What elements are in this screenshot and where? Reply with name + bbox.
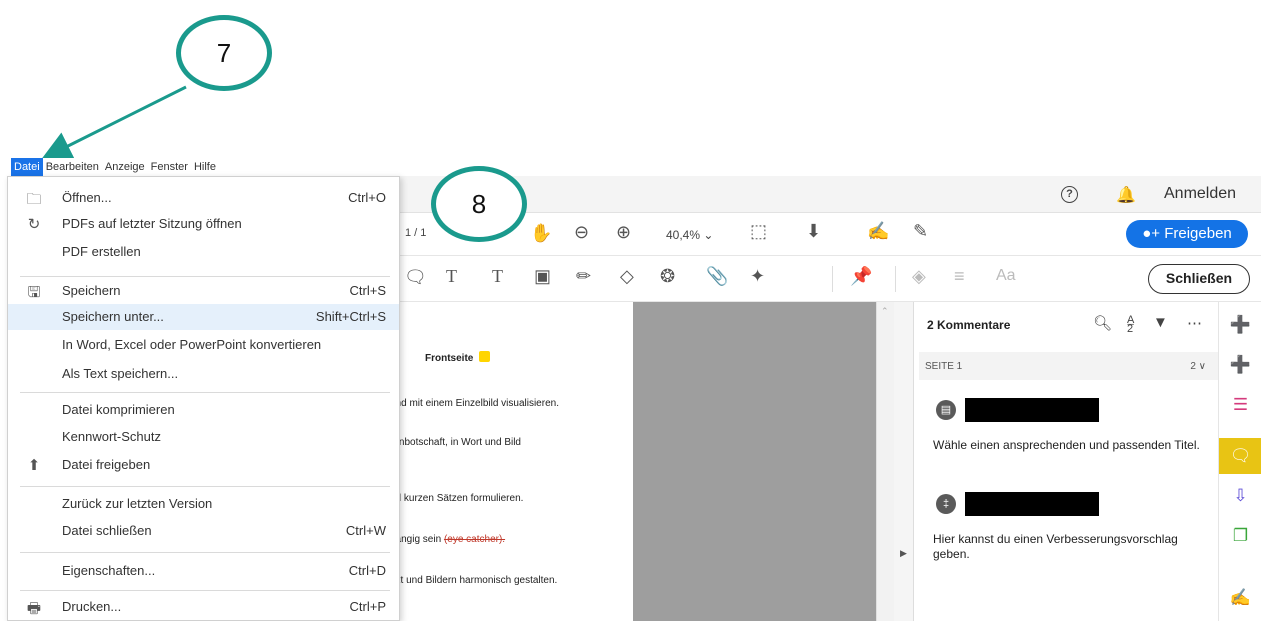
- menu-item-open-last-session[interactable]: ↻ PDFs auf letzter Sitzung öffnen: [8, 211, 399, 237]
- pencil-icon[interactable]: ✏: [576, 266, 591, 287]
- redacted-author: [965, 492, 1099, 516]
- sign-icon[interactable]: ✍: [867, 221, 889, 242]
- help-icon[interactable]: ?: [1061, 186, 1078, 203]
- menu-anzeige[interactable]: Anzeige: [102, 158, 148, 176]
- add-text-icon[interactable]: T: [492, 266, 503, 287]
- export-pdf-icon[interactable]: ⇩: [1219, 478, 1261, 514]
- text-comment-icon[interactable]: 🗨: [404, 267, 427, 288]
- fill-sign-tool-icon[interactable]: ✍: [1219, 580, 1261, 616]
- search-icon[interactable]: 🔍︎: [1093, 314, 1112, 332]
- arrow-7: [41, 85, 187, 160]
- line-width-icon[interactable]: ≡: [954, 266, 965, 287]
- page-fit-icon[interactable]: ⬚: [750, 221, 767, 242]
- font-icon[interactable]: Aa: [996, 267, 1016, 285]
- zoom-in-icon[interactable]: ⊕: [616, 222, 631, 243]
- document-scrollbar[interactable]: ⌃: [876, 302, 894, 621]
- callout-step-8: 8: [431, 166, 527, 242]
- more-icon[interactable]: ⋯: [1187, 314, 1202, 332]
- document-page: Frontseite und mit einem Einzelbild visu…: [385, 302, 633, 621]
- menu-bearbeiten[interactable]: Bearbeiten: [43, 158, 102, 176]
- edit-pdf-icon[interactable]: ➕: [1219, 347, 1261, 383]
- close-button[interactable]: Schließen: [1148, 264, 1250, 294]
- bell-icon[interactable]: 🔔: [1116, 185, 1136, 205]
- document-line: nd kurzen Sätzen formulieren.: [390, 493, 524, 504]
- comment-text[interactable]: Wähle einen ansprechenden und passenden …: [933, 438, 1203, 453]
- menu-item-convert-office[interactable]: In Word, Excel oder PowerPoint konvertie…: [8, 332, 399, 358]
- fill-sign-icon[interactable]: ✎: [913, 221, 928, 242]
- menu-fenster[interactable]: Fenster: [148, 158, 191, 176]
- redacted-author: [965, 398, 1099, 422]
- menu-item-open[interactable]: 🗀 Öffnen... Ctrl+O: [8, 185, 399, 211]
- menu-item-password[interactable]: Kennwort-Schutz: [8, 424, 399, 450]
- eraser-icon[interactable]: ◇: [620, 266, 634, 287]
- page-section-header[interactable]: SEITE 1 2 ∨: [919, 352, 1218, 380]
- right-tool-rail: ➕ ➕ ☰ 🗨︎ ⇩ ❐ ✍: [1218, 302, 1261, 621]
- page-number[interactable]: 1 / 1: [405, 227, 426, 239]
- comments-title: 2 Kommentare: [927, 318, 1011, 332]
- document-line: und mit einem Einzelbild visualisieren.: [390, 398, 559, 409]
- menu-item-save-as-text[interactable]: Als Text speichern...: [8, 361, 399, 387]
- menu-hilfe[interactable]: Hilfe: [191, 158, 219, 176]
- sticky-note-icon[interactable]: [479, 351, 491, 362]
- fill-color-icon[interactable]: ◈: [912, 266, 926, 287]
- menu-item-save-as[interactable]: Speichern unter... Shift+Ctrl+S: [8, 304, 399, 330]
- menu-item-share-file[interactable]: ⬆ Datei freigeben: [8, 452, 399, 478]
- main-toolbar: 1 / 1 ✋ ⊖ ⊕ 40,4% ⌄ ⬚ ⬇ ✍ ✎ ●+ Freigeben: [400, 213, 1261, 256]
- document-line: ext und Bildern harmonisch gestalten.: [390, 575, 558, 586]
- chevron-right-icon[interactable]: ▶: [900, 548, 907, 559]
- print-icon: 🖶: [26, 600, 42, 617]
- menu-item-compress[interactable]: Datei komprimieren: [8, 397, 399, 423]
- file-menu: 🗀 Öffnen... Ctrl+O ↻ PDFs auf letzter Si…: [7, 176, 400, 621]
- comments-panel: 2 Kommentare 🔍︎ A̲ 2 ▼ ⋯ SEITE 1 2 ∨ ▤ W…: [915, 302, 1218, 621]
- zoom-out-icon[interactable]: ⊖: [574, 222, 589, 243]
- organize-pages-icon[interactable]: ☰: [1219, 387, 1261, 423]
- menu-item-close-file[interactable]: Datei schließen Ctrl+W: [8, 518, 399, 544]
- menu-item-revert[interactable]: Zurück zur letzten Version: [8, 491, 399, 517]
- share-icon: ⬆: [27, 457, 41, 474]
- document-title: Frontseite: [425, 351, 491, 364]
- menu-item-create-pdf[interactable]: PDF erstellen: [8, 239, 399, 265]
- zoom-level-select[interactable]: 40,4% ⌄: [666, 228, 713, 242]
- menu-item-print[interactable]: 🖶 Drucken... Ctrl+P: [8, 594, 399, 620]
- sort-icon[interactable]: A̲ 2: [1127, 315, 1134, 335]
- chevron-up-icon[interactable]: ⌃: [881, 306, 889, 317]
- attach-icon[interactable]: 📎: [706, 266, 728, 287]
- filter-icon[interactable]: ▼: [1153, 314, 1168, 331]
- scroll-mode-icon[interactable]: ⬇: [806, 221, 821, 242]
- recent-session-icon: ↻: [27, 216, 41, 233]
- shapes-icon[interactable]: ✦: [750, 266, 765, 287]
- share-button[interactable]: ●+ Freigeben: [1126, 220, 1248, 248]
- comment-text[interactable]: Hier kannst du einen Verbesserungsvorsch…: [933, 532, 1203, 562]
- panel-collapse-bar[interactable]: ▶: [894, 302, 914, 621]
- document-gutter: [633, 302, 876, 621]
- menu-item-save[interactable]: 🖫 Speichern Ctrl+S: [8, 278, 399, 304]
- menu-bar: Datei Bearbeiten Anzeige Fenster Hilfe: [0, 158, 1261, 176]
- comment-note-icon: ▤: [936, 400, 956, 420]
- document-line: ernbotschaft, in Wort und Bild: [390, 437, 521, 448]
- comment-tool-icon[interactable]: 🗨︎: [1219, 438, 1261, 474]
- sign-in-link[interactable]: Anmelden: [1164, 185, 1236, 203]
- create-pdf-icon[interactable]: ➕: [1219, 307, 1261, 343]
- pin-icon[interactable]: 📌: [850, 266, 872, 287]
- comment-toolbar: 🗨 T T ▣ ✏ ◇ ❂ 📎 ✦ 📌 ◈ ≡ Aa Schließen: [400, 256, 1261, 302]
- text-box-icon[interactable]: ▣: [534, 266, 551, 287]
- app-top-bar: ? 🔔 Anmelden: [400, 176, 1261, 213]
- callout-step-7: 7: [176, 15, 272, 91]
- document-line: gängig sein (eye catcher).: [390, 534, 506, 545]
- compress-icon[interactable]: ❐: [1219, 518, 1261, 554]
- menu-datei[interactable]: Datei: [11, 158, 43, 176]
- stamp-icon[interactable]: ❂: [660, 266, 675, 287]
- text-callout-icon[interactable]: T: [446, 266, 457, 287]
- menu-item-properties[interactable]: Eigenschaften... Ctrl+D: [8, 558, 399, 584]
- hand-tool-icon[interactable]: ✋: [530, 223, 552, 244]
- strikethrough-comment-icon: ‡: [936, 494, 956, 514]
